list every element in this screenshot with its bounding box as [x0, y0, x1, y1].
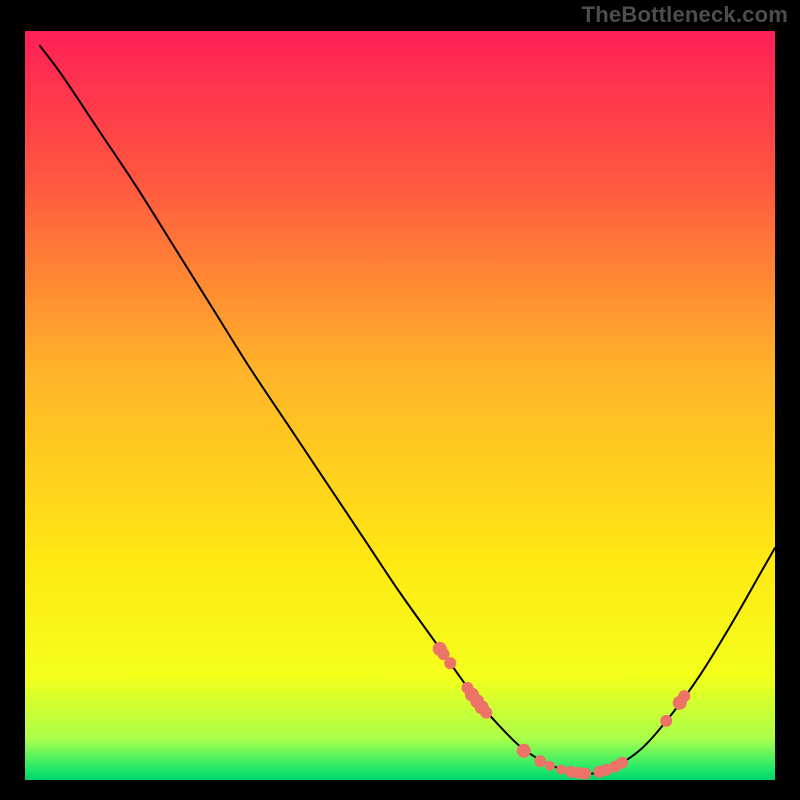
marker-dot: [579, 768, 591, 780]
marker-dot: [545, 761, 555, 771]
marker-dot: [556, 765, 566, 775]
marker-dot: [678, 690, 690, 702]
plot-background: [25, 31, 775, 780]
bottleneck-chart: [0, 0, 800, 800]
marker-dot: [480, 707, 492, 719]
marker-dot: [616, 757, 628, 769]
marker-dot: [517, 744, 531, 758]
marker-dot: [444, 657, 456, 669]
marker-dot: [534, 755, 546, 767]
watermark-text: TheBottleneck.com: [582, 2, 788, 28]
marker-dot: [660, 715, 672, 727]
chart-container: TheBottleneck.com: [0, 0, 800, 800]
